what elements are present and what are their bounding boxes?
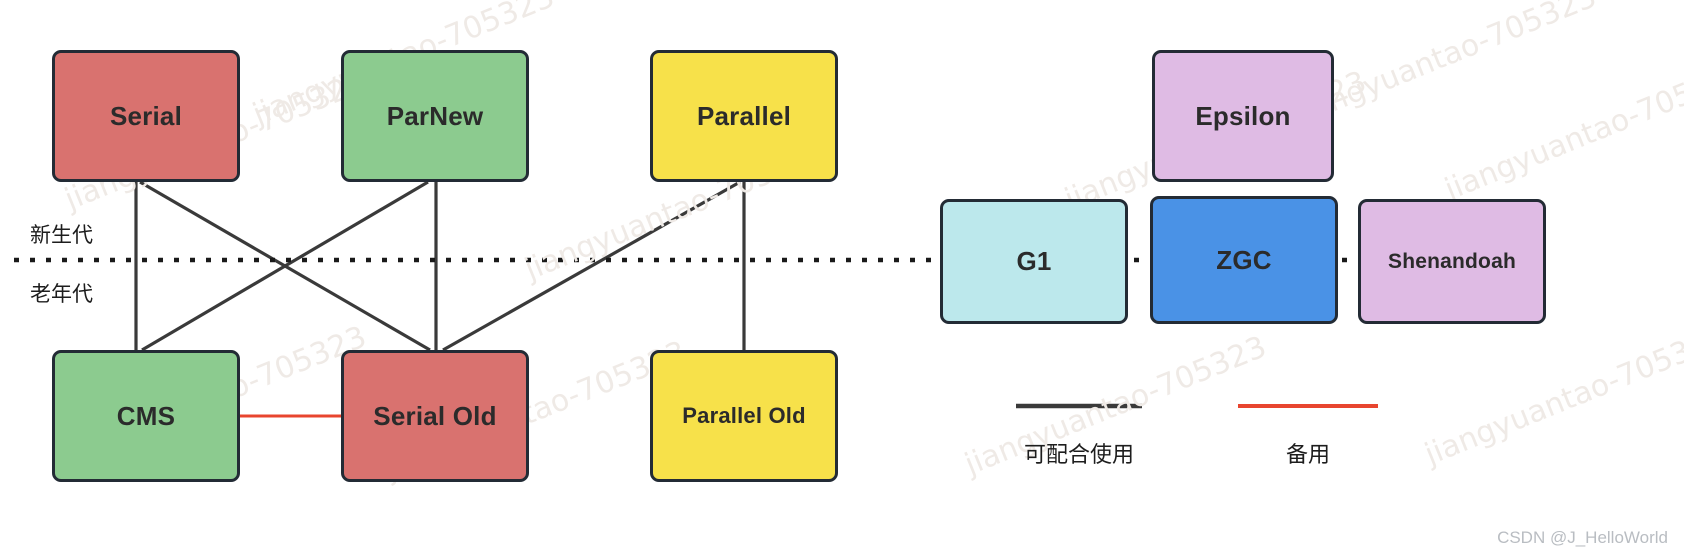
gc-node-serial-old[interactable]: Serial Old: [341, 350, 529, 482]
gc-node-parallel[interactable]: Parallel: [650, 50, 838, 182]
gc-node-label: ZGC: [1216, 244, 1272, 275]
gc-node-epsilon[interactable]: Epsilon: [1152, 50, 1334, 182]
gc-node-zgc[interactable]: ZGC: [1150, 196, 1338, 324]
gc-node-label: Shenandoah: [1387, 249, 1516, 273]
gc-node-g1[interactable]: G1: [940, 199, 1128, 324]
young-generation-label: 新生代: [30, 223, 93, 247]
gc-node-shenandoah[interactable]: Shenandoah: [1358, 199, 1546, 324]
gc-node-parallel-old[interactable]: Parallel Old: [650, 350, 838, 482]
gc-node-label: Epsilon: [1195, 100, 1291, 131]
legend-label-compatible: 可配合使用: [1023, 443, 1135, 468]
credit-watermark: CSDN @J_HelloWorld: [1497, 528, 1668, 547]
gc-node-cms[interactable]: CMS: [52, 350, 240, 482]
gc-node-label: Serial: [109, 100, 183, 131]
gc-node-serial[interactable]: Serial: [52, 50, 240, 182]
old-generation-label: 老年代: [30, 282, 93, 306]
gc-node-parnew[interactable]: ParNew: [341, 50, 529, 182]
legend-label-backup: 备用: [1285, 443, 1331, 468]
gc-node-label: CMS: [116, 400, 176, 431]
gc-node-label: Serial Old: [373, 400, 497, 431]
gc-node-label: Parallel: [696, 100, 792, 131]
gc-node-label: Parallel Old: [682, 403, 806, 428]
gc-node-label: G1: [1016, 246, 1052, 276]
gc-node-label: ParNew: [386, 100, 484, 131]
diagram-canvas: jiangyuantao-705323 jiangyuantao-705323 ji…: [0, 0, 1684, 556]
